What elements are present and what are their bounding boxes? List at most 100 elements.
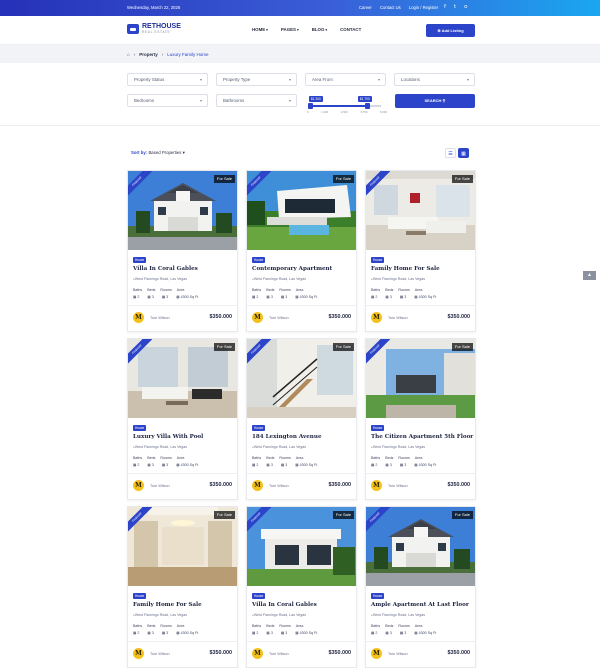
nav-pages[interactable]: PAGES: [281, 27, 299, 32]
listing-title[interactable]: The Citizen Apartment 5th Floor: [371, 434, 473, 440]
room-value: ▩ 3: [280, 295, 288, 299]
scroll-to-top-button[interactable]: ▲: [583, 271, 596, 280]
listing-title[interactable]: Luxury Villa With Pool: [133, 434, 203, 440]
instagram-icon[interactable]: o: [464, 4, 467, 10]
listing-card[interactable]: Featured For Sale House Family Home For …: [127, 506, 238, 668]
listing-title[interactable]: Villa In Coral Gables: [252, 602, 317, 608]
bath-value: ▩ 2: [252, 463, 259, 467]
career-link[interactable]: Career: [359, 5, 372, 10]
home-icon[interactable]: ⌂: [127, 52, 130, 57]
listing-card[interactable]: Featured For Sale House The Citizen Apar…: [365, 338, 476, 500]
feature-label: Baths: [371, 288, 381, 292]
bath-value: ▩ 2: [371, 463, 378, 467]
listing-card[interactable]: Featured For Sale House Ample Apartment …: [365, 506, 476, 668]
agent-avatar[interactable]: M: [252, 648, 263, 659]
agent-avatar[interactable]: M: [133, 480, 144, 491]
card-divider: [247, 473, 356, 474]
feature-label: Baths: [252, 456, 262, 460]
for-sale-badge: For Sale: [451, 343, 473, 351]
feature-label: Baths: [252, 288, 262, 292]
range-max-handle[interactable]: [365, 103, 370, 109]
property-photo[interactable]: Featured For Sale: [247, 171, 356, 250]
agent-name[interactable]: Tom Wilson: [150, 484, 170, 488]
agent-name[interactable]: Tom Wilson: [388, 316, 408, 320]
feature-label: Baths: [133, 456, 143, 460]
property-photo[interactable]: Featured For Sale: [366, 171, 475, 250]
card-divider: [247, 305, 356, 306]
property-type-select[interactable]: Property Type: [216, 73, 297, 86]
bathrooms-select[interactable]: Bathrooms: [216, 94, 297, 107]
listing-title[interactable]: Villa In Coral Gables: [133, 266, 198, 272]
bedrooms-select[interactable]: Bedrooms: [127, 94, 208, 107]
property-type-badge: House: [252, 257, 266, 263]
breadcrumb-property[interactable]: Property: [139, 52, 158, 57]
listing-card[interactable]: Featured For Sale House Family Home For …: [365, 170, 476, 332]
agent-name[interactable]: Tom Wilson: [150, 316, 170, 320]
grid-view-icon[interactable]: ▦: [458, 148, 469, 158]
agent-name[interactable]: Tom Wilson: [269, 484, 289, 488]
add-listing-button[interactable]: ⊕ Add Listing: [426, 24, 475, 37]
property-photo[interactable]: Featured For Sale: [366, 507, 475, 586]
for-sale-badge: For Sale: [332, 511, 354, 519]
contact-us-link[interactable]: Contact Us: [380, 5, 401, 10]
nav-home[interactable]: HOME: [252, 27, 268, 32]
feature-values: ▩ 2 ▩ 3 ▩ 3 ▩ 4300 Sq Ft: [133, 295, 198, 299]
agent-avatar[interactable]: M: [371, 480, 382, 491]
property-photo[interactable]: Featured For Sale: [128, 171, 237, 250]
feature-labels: Baths Beds Rooms Area: [133, 624, 184, 628]
twitter-icon[interactable]: t: [454, 4, 456, 10]
breadcrumb-current: Luxury Family Home: [167, 52, 209, 57]
feature-label: Beds: [147, 624, 156, 628]
property-photo[interactable]: Featured For Sale: [247, 507, 356, 586]
agent-name[interactable]: Tom Wilson: [150, 652, 170, 656]
top-bar: Wednesday, March 22, 2026 Career Contact…: [0, 0, 600, 16]
agent-avatar[interactable]: M: [371, 648, 382, 659]
search-label: SEARCH: [424, 98, 442, 103]
agent-avatar[interactable]: M: [133, 312, 144, 323]
property-photo[interactable]: Featured For Sale: [247, 339, 356, 418]
feature-values: ▩ 2 ▩ 3 ▩ 3 ▩ 4300 Sq Ft: [252, 295, 317, 299]
feature-values: ▩ 2 ▩ 3 ▩ 3 ▩ 4300 Sq Ft: [371, 463, 436, 467]
property-type-badge: House: [371, 257, 385, 263]
property-photo[interactable]: Featured For Sale: [128, 507, 237, 586]
agent-name[interactable]: Tom Wilson: [269, 316, 289, 320]
login-register-link[interactable]: Login / Register: [409, 5, 438, 10]
site-logo[interactable]: RETHOUSE REAL ESTATE: [127, 23, 181, 34]
card-divider: [366, 641, 475, 642]
listing-title[interactable]: Family Home For Sale: [371, 266, 440, 272]
listing-price: $350.000: [447, 314, 470, 320]
property-photo[interactable]: Featured For Sale: [128, 339, 237, 418]
listing-title[interactable]: 184 Lexington Avenue: [252, 434, 322, 440]
search-button[interactable]: SEARCH ⚲: [395, 94, 475, 108]
price-range-slider[interactable]: $1 300 $1 700 0 1,300 2,500 3,750 5,000: [307, 96, 387, 121]
listing-title[interactable]: Contemporary Apartment: [252, 266, 332, 272]
agent-avatar[interactable]: M: [252, 480, 263, 491]
property-photo[interactable]: Featured For Sale: [366, 339, 475, 418]
area-from-select[interactable]: Area From: [305, 73, 386, 86]
facebook-icon[interactable]: f: [444, 4, 446, 10]
sort-control[interactable]: Sort by: Based Properties ▾: [131, 150, 185, 156]
listing-card[interactable]: Featured For Sale House 184 Lexington Av…: [246, 338, 357, 500]
listing-title[interactable]: Family Home For Sale: [133, 602, 202, 608]
nav-contact[interactable]: CONTACT: [340, 27, 361, 32]
agent-name[interactable]: Tom Wilson: [388, 652, 408, 656]
listing-title[interactable]: Ample Apartment At Last Floor: [371, 602, 469, 608]
range-min-handle[interactable]: [308, 103, 313, 109]
agent-avatar[interactable]: M: [133, 648, 144, 659]
agent-avatar[interactable]: M: [371, 312, 382, 323]
agent-avatar[interactable]: M: [252, 312, 263, 323]
listing-price: $350.000: [328, 650, 351, 656]
agent-name[interactable]: Tom Wilson: [269, 652, 289, 656]
property-status-select[interactable]: Property Status: [127, 73, 208, 86]
feature-label: Area: [295, 288, 304, 292]
agent-name[interactable]: Tom Wilson: [388, 484, 408, 488]
locations-select[interactable]: Locations: [394, 73, 475, 86]
nav-blog[interactable]: BLOG: [312, 27, 327, 32]
listing-card[interactable]: Featured For Sale House Luxury Villa Wit…: [127, 338, 238, 500]
listing-card[interactable]: Featured For Sale House Contemporary Apa…: [246, 170, 357, 332]
list-view-icon[interactable]: ☰: [445, 148, 456, 158]
listing-card[interactable]: Featured For Sale House Villa In Coral G…: [246, 506, 357, 668]
listing-card[interactable]: Featured For Sale House Villa In Coral G…: [127, 170, 238, 332]
feature-labels: Baths Beds Rooms Area: [371, 288, 422, 292]
listing-price: $350.000: [328, 314, 351, 320]
